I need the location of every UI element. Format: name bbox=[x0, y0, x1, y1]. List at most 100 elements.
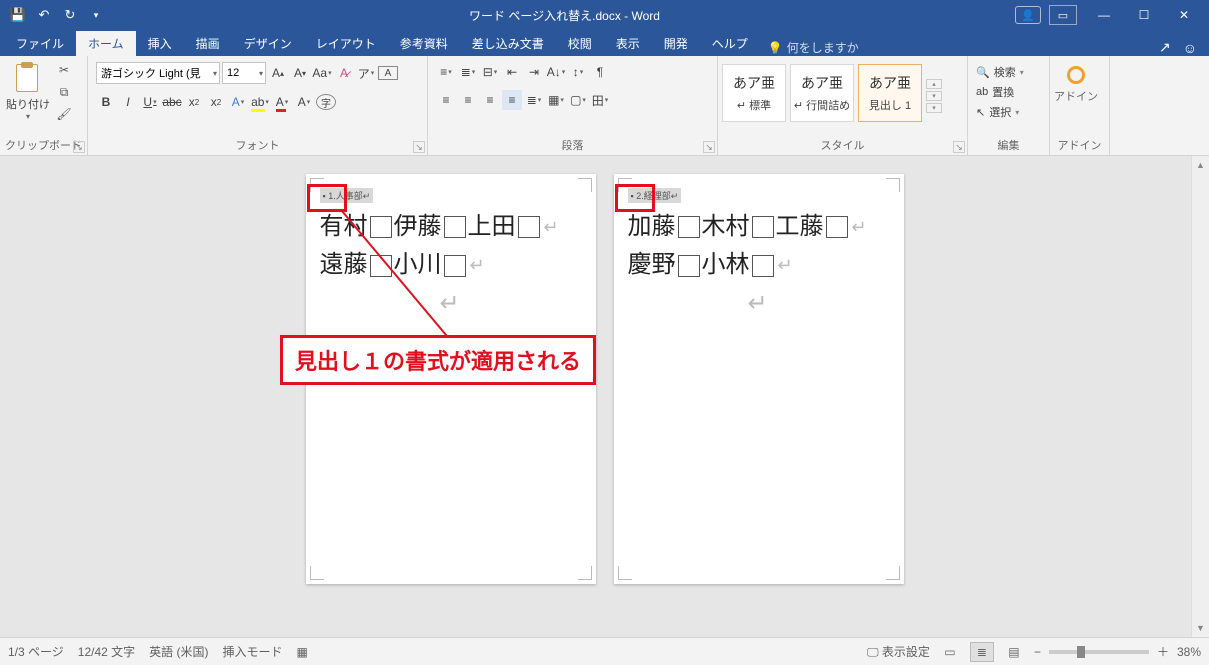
borders-icon[interactable]: ▢ bbox=[568, 90, 588, 110]
justify-icon[interactable]: ≡ bbox=[502, 90, 522, 110]
enclose-characters-icon[interactable]: 字 bbox=[316, 94, 336, 110]
zoom-level[interactable]: 38% bbox=[1177, 645, 1201, 659]
ribbon-display-options-icon[interactable]: ▭ bbox=[1049, 5, 1077, 25]
sort-icon[interactable]: A↓ bbox=[546, 62, 566, 82]
decrease-indent-icon[interactable]: ⇤ bbox=[502, 62, 522, 82]
line-spacing-icon[interactable]: ↕ bbox=[568, 62, 588, 82]
vertical-scrollbar[interactable]: ▲ ▼ bbox=[1191, 156, 1209, 637]
replace-button[interactable]: ab置換 bbox=[972, 82, 1018, 102]
zoom-slider[interactable] bbox=[1049, 650, 1149, 654]
superscript-button[interactable]: x2 bbox=[206, 92, 226, 112]
tab-file[interactable]: ファイル bbox=[4, 31, 76, 56]
display-settings-button[interactable]: 🖵 表示設定 bbox=[867, 643, 930, 660]
select-button[interactable]: ↖選択▾ bbox=[972, 102, 1023, 122]
feedback-icon[interactable]: ☺ bbox=[1183, 40, 1197, 56]
styles-scroll[interactable]: ▴ ▾ ▾ bbox=[926, 64, 942, 122]
addin-button[interactable]: アドイン bbox=[1054, 58, 1098, 104]
page2-line2: 慶野小林↵ bbox=[628, 246, 890, 284]
align-right-icon[interactable]: ≡ bbox=[480, 90, 500, 110]
font-size-combo[interactable]: 12▾ bbox=[222, 62, 266, 84]
underline-button[interactable]: U bbox=[140, 92, 160, 112]
tab-home[interactable]: ホーム bbox=[76, 31, 136, 56]
font-launcher-icon[interactable]: ↘ bbox=[413, 141, 425, 153]
web-layout-icon[interactable]: ▤ bbox=[1002, 642, 1026, 662]
style-heading-1[interactable]: あア亜 見出し 1 bbox=[858, 64, 922, 122]
text-effects-icon[interactable]: A bbox=[228, 92, 248, 112]
styles-launcher-icon[interactable]: ↘ bbox=[953, 141, 965, 153]
increase-indent-icon[interactable]: ⇥ bbox=[524, 62, 544, 82]
font-color-icon[interactable]: A bbox=[272, 92, 292, 112]
document-area[interactable]: ▪ 1.人事部↵ 有村伊藤上田↵ 遠藤小川↵ ↵ ▪ 2.経理部↵ 加藤木村工藤… bbox=[0, 156, 1209, 637]
scroll-up-icon[interactable]: ▴ bbox=[926, 79, 942, 89]
tab-review[interactable]: 校閲 bbox=[556, 31, 604, 56]
qat-customize-icon[interactable]: ▾ bbox=[88, 7, 104, 23]
styles-more-icon[interactable]: ▾ bbox=[926, 103, 942, 113]
tab-developer[interactable]: 開発 bbox=[652, 31, 700, 56]
undo-icon[interactable]: ↶ bbox=[36, 7, 52, 23]
read-mode-icon[interactable]: ▭ bbox=[938, 642, 962, 662]
style-no-spacing[interactable]: あア亜 ↵ 行間詰め bbox=[790, 64, 854, 122]
save-icon[interactable]: 💾 bbox=[10, 7, 26, 23]
macro-record-icon[interactable]: ▦ bbox=[297, 645, 308, 659]
shading-icon[interactable]: ▦ bbox=[546, 90, 566, 110]
copy-icon[interactable]: ⧉ bbox=[56, 84, 72, 100]
character-shading-icon[interactable]: A bbox=[294, 92, 314, 112]
paste-button[interactable]: 貼り付け ▾ bbox=[4, 58, 52, 121]
account-icon[interactable]: 👤 bbox=[1015, 6, 1041, 24]
tab-insert[interactable]: 挿入 bbox=[136, 31, 184, 56]
minimize-button[interactable]: — bbox=[1085, 3, 1123, 27]
align-center-icon[interactable]: ≡ bbox=[458, 90, 478, 110]
print-layout-icon[interactable]: ≣ bbox=[970, 642, 994, 662]
zoom-out-button[interactable]: − bbox=[1034, 645, 1041, 659]
zoom-in-button[interactable]: ＋ bbox=[1157, 643, 1169, 660]
show-marks-icon[interactable]: ¶ bbox=[590, 62, 610, 82]
find-button[interactable]: 🔍検索▾ bbox=[972, 62, 1028, 82]
paragraph-launcher-icon[interactable]: ↘ bbox=[703, 141, 715, 153]
tell-me-search[interactable]: 💡 何をしますか bbox=[760, 39, 867, 56]
clipboard-launcher-icon[interactable]: ↘ bbox=[73, 141, 85, 153]
status-page[interactable]: 1/3 ページ bbox=[8, 643, 64, 660]
align-left-icon[interactable]: ≡ bbox=[436, 90, 456, 110]
status-insert-mode[interactable]: 挿入モード bbox=[222, 643, 282, 660]
status-words[interactable]: 12/42 文字 bbox=[78, 643, 135, 660]
scroll-up-icon[interactable]: ▲ bbox=[1192, 156, 1209, 174]
page2-empty: ↵ bbox=[628, 285, 890, 323]
bold-button[interactable]: B bbox=[96, 92, 116, 112]
maximize-button[interactable]: ☐ bbox=[1125, 3, 1163, 27]
distributed-icon[interactable]: ≣ bbox=[524, 90, 544, 110]
style-normal[interactable]: あア亜 ↵ 標準 bbox=[722, 64, 786, 122]
close-button[interactable]: ✕ bbox=[1165, 3, 1203, 27]
strikethrough-button[interactable]: abc bbox=[162, 92, 182, 112]
group-clipboard: 貼り付け ▾ ✂ ⧉ 🖌 クリップボード ↘ bbox=[0, 56, 88, 155]
scroll-down-icon[interactable]: ▾ bbox=[926, 91, 942, 101]
shrink-font-icon[interactable]: A▾ bbox=[290, 63, 310, 83]
phonetic-guide-icon[interactable]: ア bbox=[356, 63, 376, 83]
grow-font-icon[interactable]: A▴ bbox=[268, 63, 288, 83]
page-2[interactable]: ▪ 2.経理部↵ 加藤木村工藤↵ 慶野小林↵ ↵ bbox=[614, 174, 904, 584]
highlight-color-icon[interactable]: ab bbox=[250, 92, 270, 112]
number-list-icon[interactable]: ≣ bbox=[458, 62, 478, 82]
paragraph-shading-icon[interactable]: 田 bbox=[590, 90, 610, 110]
tab-design[interactable]: デザイン bbox=[232, 31, 304, 56]
status-language[interactable]: 英語 (米国) bbox=[149, 643, 208, 660]
tab-help[interactable]: ヘルプ bbox=[700, 31, 760, 56]
tab-references[interactable]: 参考資料 bbox=[388, 31, 460, 56]
character-border-icon[interactable]: A bbox=[378, 66, 398, 80]
format-painter-icon[interactable]: 🖌 bbox=[56, 106, 72, 122]
share-icon[interactable]: ↗ bbox=[1159, 39, 1171, 56]
scroll-down-icon[interactable]: ▼ bbox=[1192, 619, 1209, 637]
page1-empty: ↵ bbox=[320, 285, 582, 323]
clear-formatting-icon[interactable]: A̷ bbox=[334, 63, 354, 83]
tab-view[interactable]: 表示 bbox=[604, 31, 652, 56]
italic-button[interactable]: I bbox=[118, 92, 138, 112]
change-case-icon[interactable]: Aa bbox=[312, 63, 332, 83]
tab-mailings[interactable]: 差し込み文書 bbox=[460, 31, 556, 56]
redo-icon[interactable]: ↻ bbox=[62, 7, 78, 23]
multilevel-list-icon[interactable]: ⊟ bbox=[480, 62, 500, 82]
tab-draw[interactable]: 描画 bbox=[184, 31, 232, 56]
subscript-button[interactable]: x2 bbox=[184, 92, 204, 112]
cut-icon[interactable]: ✂ bbox=[56, 62, 72, 78]
font-name-combo[interactable]: 游ゴシック Light (見▾ bbox=[96, 62, 220, 84]
bullet-list-icon[interactable]: ≡ bbox=[436, 62, 456, 82]
tab-layout[interactable]: レイアウト bbox=[304, 31, 388, 56]
